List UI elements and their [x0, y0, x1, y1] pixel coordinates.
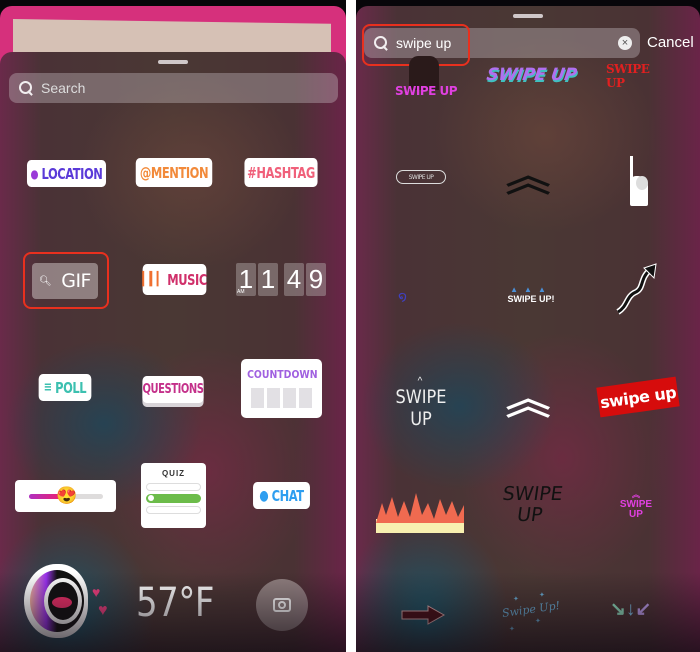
chat-label: CHAT [271, 486, 304, 505]
gif-sticker[interactable]: 🔍︎ GIF [32, 263, 98, 299]
star-icon: ✦ [509, 626, 515, 633]
music-label: MUSIC [167, 270, 207, 289]
questions-sticker[interactable]: QUESTIONS [142, 376, 204, 403]
clock-ampm: AM [237, 289, 245, 295]
right-arrow-icon[interactable] [400, 604, 446, 626]
gif-result[interactable]: swipe up [596, 376, 680, 418]
mention-sticker[interactable]: @MENTION [135, 158, 213, 187]
clock-digit: 4 [284, 263, 304, 296]
sheet-grabber[interactable] [158, 60, 188, 64]
gif-result[interactable]: ^ SWIPE UP [381, 377, 461, 431]
gif-label: GIF [61, 270, 91, 292]
hashtag-label: #HASHTAG [247, 163, 315, 182]
clock-sticker[interactable]: 1 AM 1 4 9 [236, 263, 326, 296]
clock-digit: 1 [258, 263, 278, 296]
questions-label: QUESTIONS [142, 382, 204, 397]
search-icon [19, 81, 33, 95]
gif-result[interactable]: ▲▲▲ SWIPE UP! [501, 285, 561, 307]
star-icon: ✦ [539, 592, 545, 599]
star-icon: ✦ [535, 618, 541, 625]
pastel-arrows-icon[interactable]: ↘↓↙ [610, 596, 670, 624]
clock-digit: 1 AM [236, 263, 256, 296]
flames-icon[interactable] [376, 489, 464, 533]
mention-label: @MENTION [139, 163, 209, 182]
poll-sticker[interactable]: ≡ POLL [38, 374, 92, 401]
gif-result[interactable]: SWIPE UP [391, 56, 461, 100]
poll-label: POLL [55, 378, 87, 397]
countdown-boxes [241, 388, 322, 408]
star-icon: ✦ [513, 596, 519, 603]
countdown-label: COUNTDOWN [247, 368, 318, 381]
hashtag-sticker[interactable]: #HASHTAG [244, 158, 318, 187]
quiz-sticker[interactable]: QUIZ [141, 463, 206, 528]
gif-result[interactable] [626, 156, 656, 211]
sticker-tray-panel: Search ● LOCATION @MENTION #HASHTAG 🔍︎ G… [0, 0, 346, 652]
gif-result[interactable]: SWIPE UP [606, 62, 666, 90]
mouth-sticker[interactable]: ♥ ♥ [22, 562, 117, 642]
gif-sheet: swipe up × Cancel SWIPE UP SWIPE UP SWIP… [356, 6, 700, 652]
countdown-sticker[interactable]: COUNTDOWN [241, 359, 322, 418]
emoji-slider-sticker[interactable]: 😍 [15, 480, 116, 512]
clear-search-icon[interactable]: × [618, 36, 632, 50]
heart-icon: ♥ [92, 584, 101, 600]
gif-result-label: Swipe Up! [501, 599, 561, 620]
location-label: LOCATION [41, 164, 103, 183]
camera-button[interactable] [256, 579, 308, 631]
poll-lines-icon: ≡ [43, 380, 52, 395]
gif-search-icon: 🔍︎ [39, 275, 52, 287]
quiz-label: QUIZ [161, 469, 186, 478]
camera-icon [273, 598, 291, 612]
temperature-sticker[interactable]: 57°F [136, 579, 215, 627]
gif-result-label: SWIPE UP! [507, 294, 555, 304]
gif-result[interactable]: ︽ SWIPE UP [616, 490, 656, 522]
music-bars-icon: ▎▍▎ [142, 272, 164, 287]
heart-eyes-emoji-icon: 😍 [56, 486, 78, 505]
sticker-sheet: Search ● LOCATION @MENTION #HASHTAG 🔍︎ G… [0, 52, 346, 652]
chat-sticker[interactable]: ● CHAT [253, 482, 310, 509]
gif-result[interactable]: ໑ [398, 288, 407, 305]
music-sticker[interactable]: ▎▍▎ MUSIC [142, 264, 207, 295]
gif-result[interactable]: ︿ ︿ [506, 161, 551, 197]
location-sticker[interactable]: ● LOCATION [26, 160, 107, 187]
gif-result-label: SWIPE UP [395, 386, 447, 430]
heart-icon: ♥ [98, 602, 108, 619]
cancel-button[interactable]: Cancel [647, 34, 694, 51]
gif-result[interactable]: SWIPE UP [498, 483, 565, 528]
quiz-correct-option [146, 494, 201, 503]
sticker-search-input[interactable]: Search [9, 73, 338, 103]
chat-bubble-icon: ● [259, 487, 269, 504]
curvy-arrow-icon[interactable] [614, 262, 659, 317]
gif-result-label: SWIPE UP [394, 84, 458, 98]
gif-result-label: SWIPE UP [501, 483, 565, 526]
caret-icons: ▲▲▲ [510, 285, 552, 294]
gif-result[interactable]: ︿ ︿ [506, 384, 551, 420]
gif-search-panel: swipe up × Cancel SWIPE UP SWIPE UP SWIP… [356, 0, 700, 652]
sheet-grabber[interactable] [513, 14, 543, 18]
gif-result[interactable]: SWIPE UP [482, 64, 580, 86]
gif-result-label: SWIPE UP [619, 499, 653, 520]
clock-digit: 9 [306, 263, 326, 296]
gif-result[interactable]: Swipe Up! ✦ ✦ ✦ ✦ [501, 591, 561, 633]
location-pin-icon: ● [30, 166, 39, 181]
gif-result[interactable]: SWIPE UP [396, 170, 446, 184]
search-placeholder: Search [41, 80, 86, 96]
